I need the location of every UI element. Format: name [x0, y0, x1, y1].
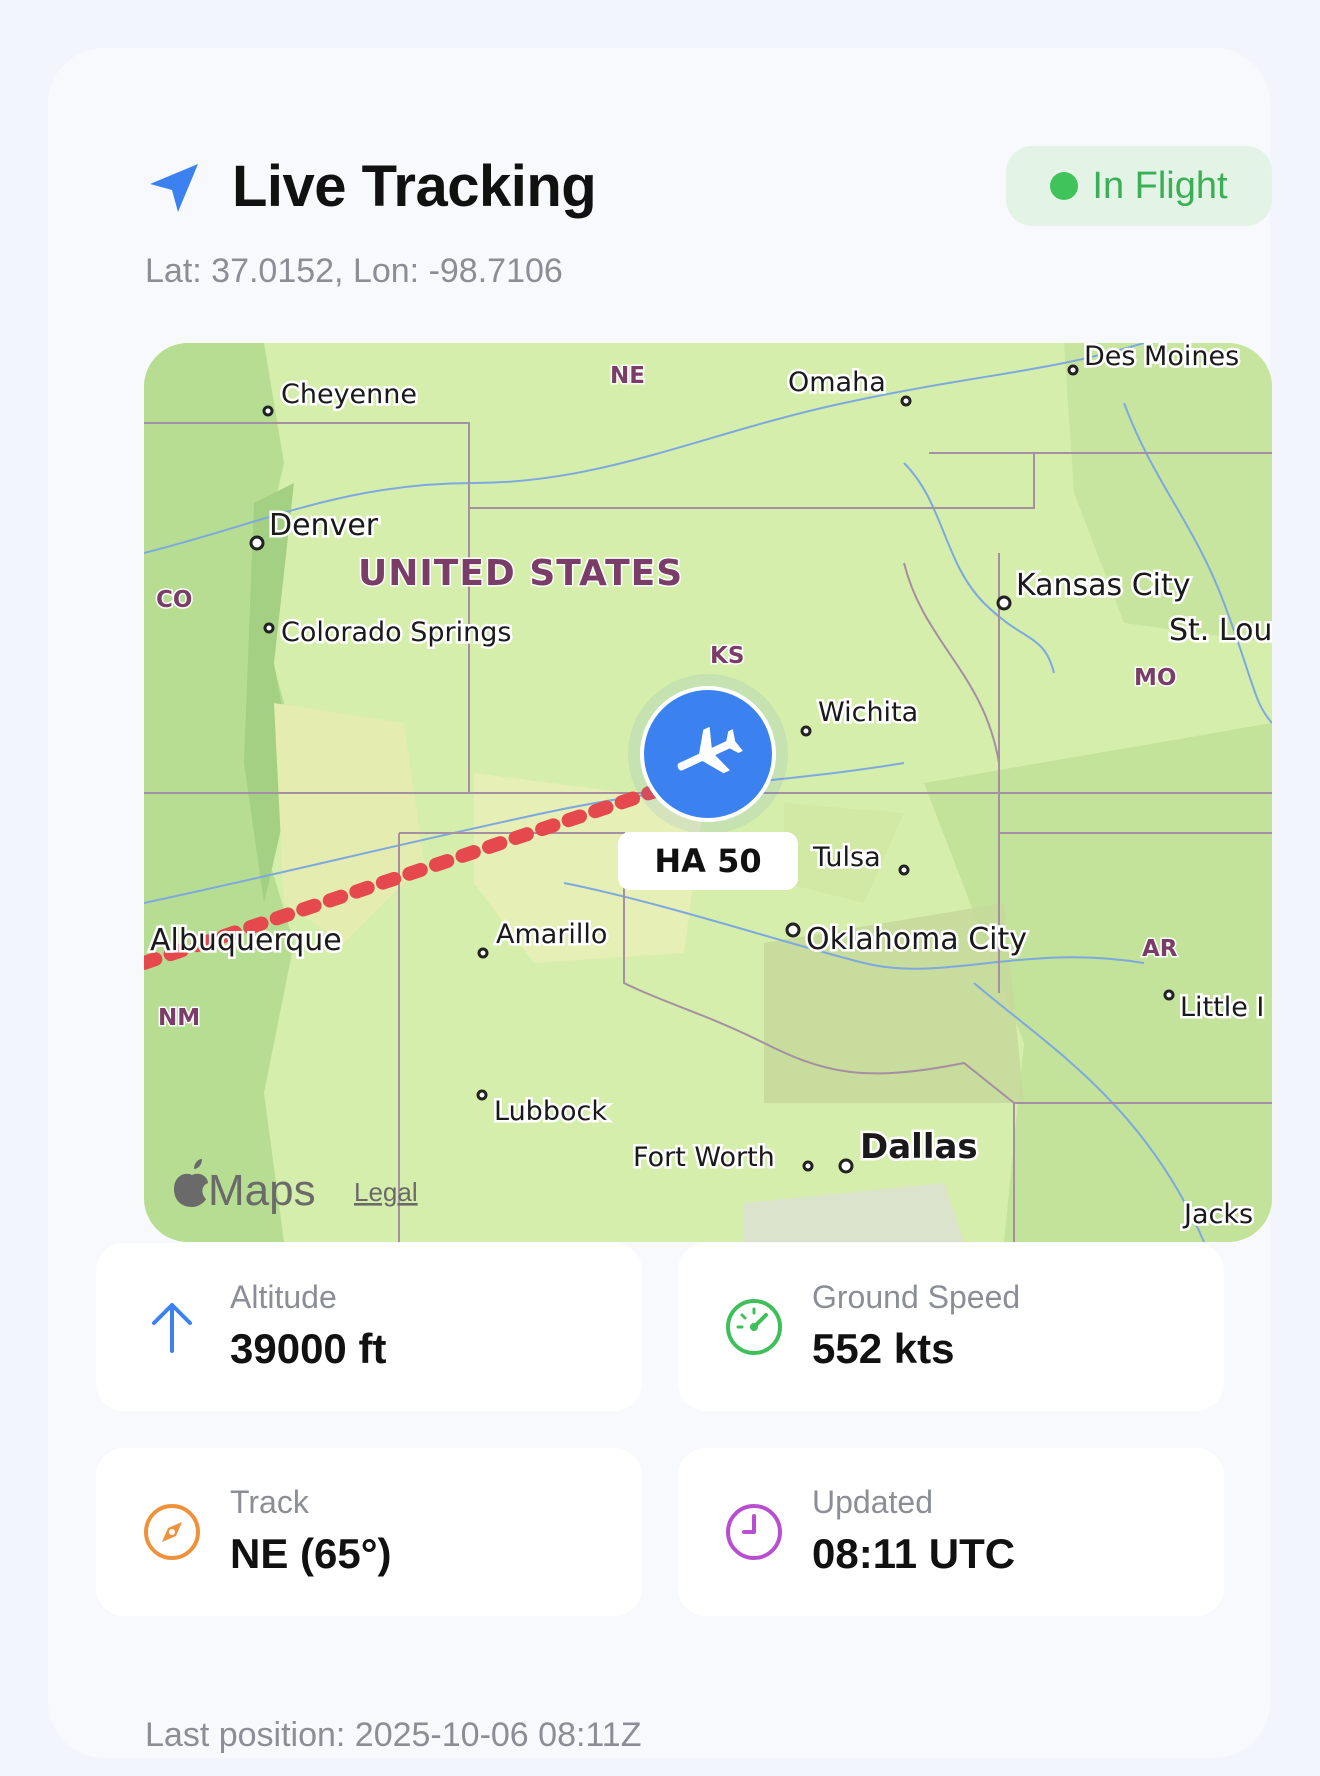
flight-label: HA 50 [654, 842, 761, 880]
city-amarillo: Amarillo [496, 919, 607, 950]
city-cheyenne: Cheyenne [281, 379, 417, 410]
city-denver: Denver [269, 508, 379, 543]
aircraft-marker[interactable] [628, 674, 788, 834]
state-mo: MO [1134, 665, 1176, 691]
state-ne: NE [610, 363, 645, 389]
arrow-up-icon [152, 1303, 192, 1353]
flight-label-tag[interactable]: HA 50 [618, 832, 798, 890]
city-colorado-springs: Colorado Springs [281, 617, 511, 648]
city-wichita: Wichita [818, 697, 918, 728]
page-title: Live Tracking [232, 154, 597, 219]
updated-card: Updated 08:11 UTC [678, 1448, 1224, 1616]
state-ar: AR [1142, 936, 1178, 962]
altitude-label: Altitude [230, 1279, 337, 1315]
altitude-card: Altitude 39000 ft [96, 1243, 642, 1411]
coordinates-readout: Lat: 37.0152, Lon: -98.7106 [145, 252, 563, 290]
maps-attribution-text: Maps [208, 1166, 316, 1215]
status-badge: In Flight [1006, 146, 1272, 226]
maps-attribution: Maps [174, 1159, 316, 1215]
track-value: NE (65°) [230, 1530, 392, 1577]
city-jackson: Jacks [1182, 1199, 1253, 1230]
city-oklahoma-city: Oklahoma City [806, 922, 1027, 957]
clock-icon [726, 1504, 782, 1560]
compass-icon [144, 1504, 200, 1560]
track-card: Track NE (65°) [96, 1448, 642, 1616]
updated-label: Updated [812, 1484, 933, 1520]
map-canvas: Cheyenne Denver Colorado Springs Omaha D… [144, 343, 1272, 1242]
status-dot [1050, 172, 1079, 200]
state-ks: KS [710, 643, 744, 669]
updated-value: 08:11 UTC [812, 1530, 1016, 1577]
country-label: UNITED STATES [358, 553, 683, 594]
city-des-moines: Des Moines [1084, 343, 1239, 372]
flight-map[interactable]: Cheyenne Denver Colorado Springs Omaha D… [144, 343, 1272, 1242]
last-position-text: Last position: 2025-10-06 08:11Z [145, 1716, 642, 1754]
ground-speed-value: 552 kts [812, 1325, 955, 1372]
altitude-value: 39000 ft [230, 1325, 387, 1372]
speedometer-icon [726, 1299, 782, 1355]
ground-speed-label: Ground Speed [812, 1279, 1021, 1315]
track-label: Track [230, 1484, 309, 1520]
status-text: In Flight [1092, 164, 1228, 207]
ground-speed-card: Ground Speed 552 kts [678, 1243, 1224, 1411]
state-co: CO [156, 587, 192, 613]
city-albuquerque: Albuquerque [150, 923, 342, 958]
city-kansas-city: Kansas City [1016, 568, 1191, 603]
city-omaha: Omaha [788, 367, 886, 398]
city-st-louis: St. Lou [1169, 613, 1272, 648]
city-fort-worth: Fort Worth [633, 1142, 775, 1173]
city-lubbock: Lubbock [494, 1096, 607, 1127]
city-tulsa: Tulsa [812, 842, 881, 873]
legal-link[interactable]: Legal [354, 1177, 418, 1207]
live-tracking-card: Live Tracking In Flight Lat: 37.0152, Lo… [48, 48, 1272, 1758]
city-dallas: Dallas [860, 1127, 978, 1167]
navigation-arrow-icon [150, 164, 198, 212]
city-little-rock: Little I [1180, 992, 1264, 1023]
state-nm: NM [158, 1005, 200, 1031]
